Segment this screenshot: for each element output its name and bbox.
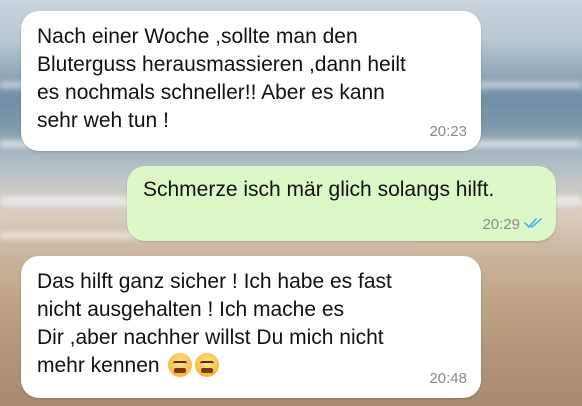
message-timestamp: 20:23 — [429, 123, 467, 141]
message-bubble-incoming[interactable]: Das hilft ganz sicher ! Ich habe es fast… — [21, 256, 481, 398]
message-text: Nach einer Woche ,sollte man den Bluterg… — [37, 25, 406, 132]
face-with-steam-from-nose-icon — [168, 353, 193, 377]
message-text: Schmerze isch mär glich solangs hilft. — [143, 178, 495, 201]
timestamp-label: 20:29 — [482, 216, 520, 233]
message-timestamp: 20:29 — [482, 216, 544, 234]
timestamp-label: 20:23 — [429, 123, 467, 140]
timestamp-label: 20:48 — [429, 370, 467, 387]
message-bubble-incoming[interactable]: Nach einer Woche ,sollte man den Bluterg… — [21, 11, 481, 151]
emoji-pair — [165, 353, 220, 377]
message-content: Das hilft ganz sicher ! Ich habe es fast… — [37, 268, 467, 380]
face-with-steam-from-nose-icon — [195, 353, 220, 377]
double-check-icon — [524, 216, 544, 234]
message-timestamp: 20:48 — [429, 370, 467, 388]
message-bubble-outgoing[interactable]: Schmerze isch mär glich solangs hilft. 2… — [127, 166, 556, 241]
